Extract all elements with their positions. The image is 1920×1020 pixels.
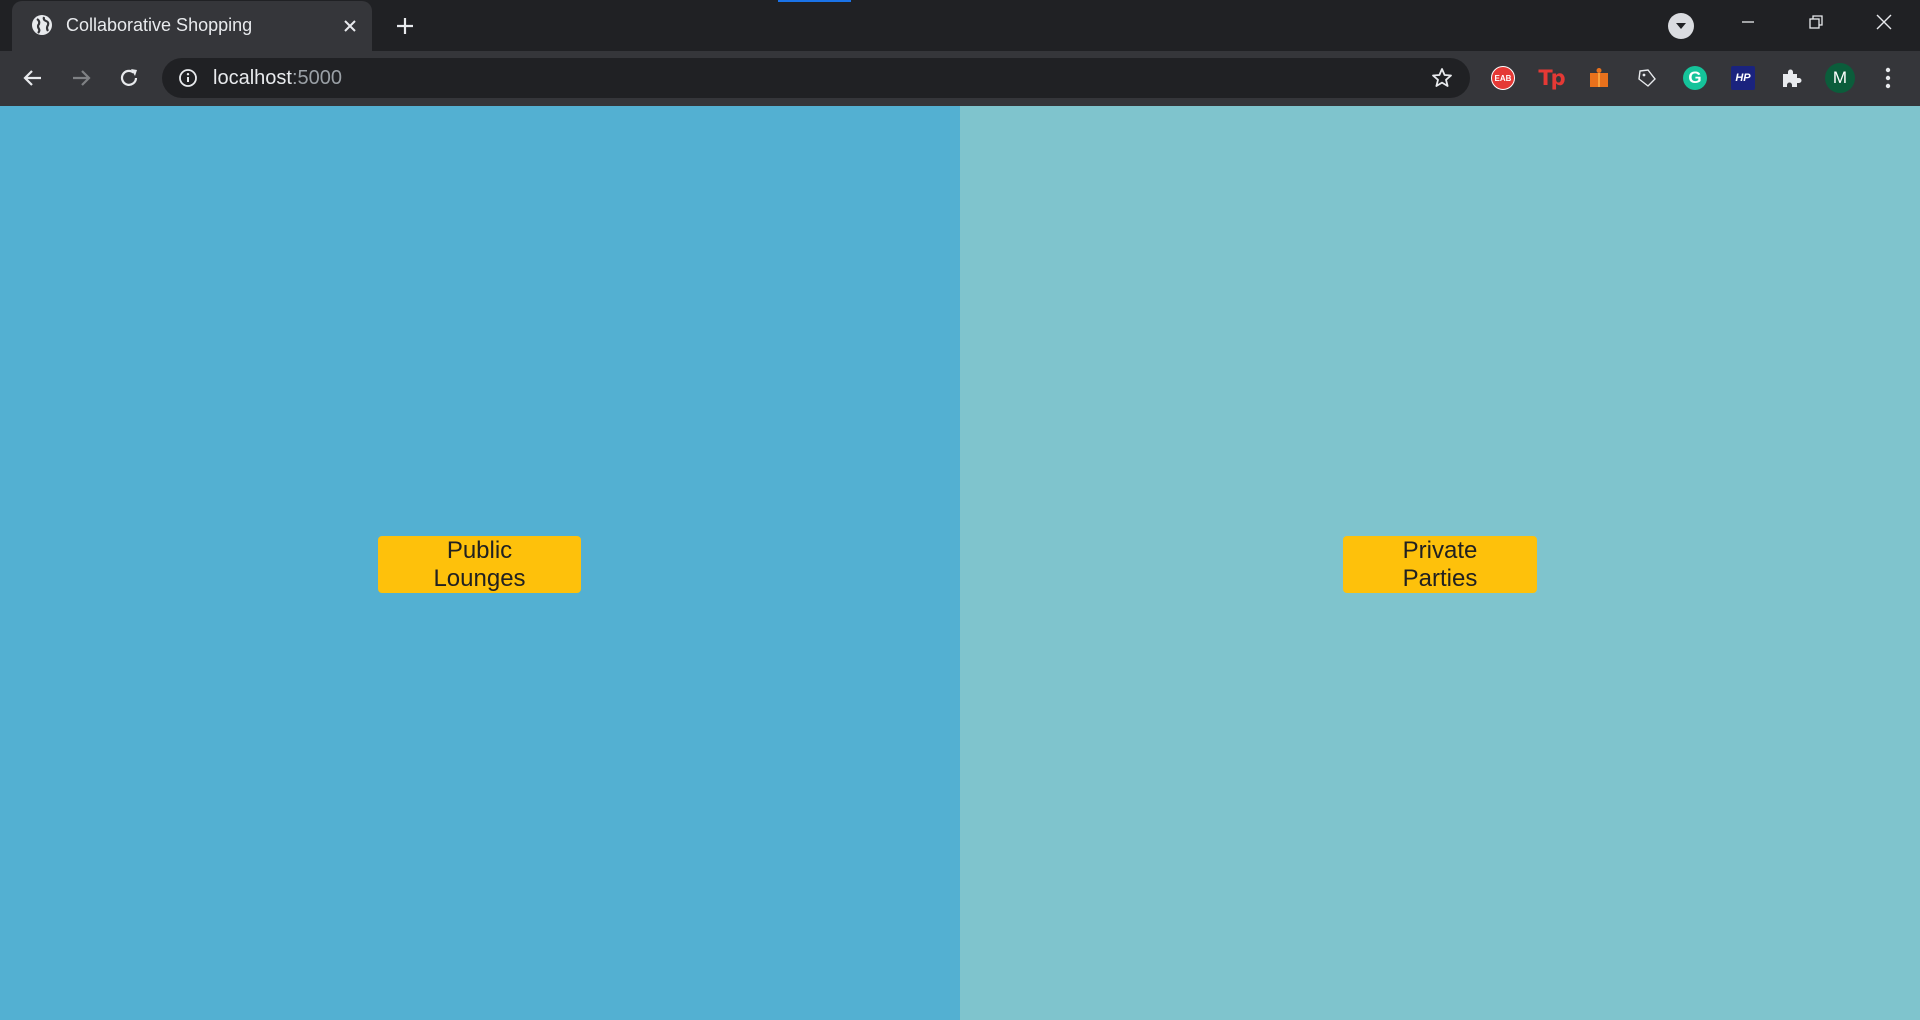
page-viewport: Public Lounges Private Parties <box>0 106 1920 1020</box>
public-lounges-panel: Public Lounges <box>0 106 960 1020</box>
tab-loading-indicator <box>778 0 851 2</box>
tab-strip: Collaborative Shopping <box>0 0 1920 51</box>
tab-search-button[interactable] <box>1668 13 1694 39</box>
tag-extension-button[interactable] <box>1633 64 1661 92</box>
close-icon <box>1876 14 1892 30</box>
tag-icon <box>1638 69 1656 87</box>
url-text[interactable]: localhost:5000 <box>213 67 342 90</box>
tp-extension-button[interactable]: Tp <box>1537 64 1565 92</box>
private-parties-panel: Private Parties <box>960 106 1920 1020</box>
more-vertical-icon <box>1885 67 1891 89</box>
restore-button[interactable] <box>1782 0 1850 44</box>
globe-icon <box>31 14 53 36</box>
chevron-down-icon <box>1676 23 1686 29</box>
extensions-button[interactable] <box>1777 64 1805 92</box>
info-icon[interactable] <box>178 68 198 88</box>
bookmark-star-icon[interactable] <box>1430 66 1454 90</box>
url-host: localhost <box>213 67 292 89</box>
plus-icon <box>397 18 413 34</box>
minimize-icon <box>1742 21 1754 23</box>
arrow-left-icon <box>23 70 41 86</box>
eab-extension-button[interactable]: EAB <box>1489 64 1517 92</box>
arrow-right-icon <box>73 70 91 86</box>
forward-button[interactable] <box>65 62 97 94</box>
minimize-button[interactable] <box>1714 0 1782 44</box>
reload-icon <box>120 69 138 86</box>
close-window-button[interactable] <box>1850 0 1918 44</box>
tab-title: Collaborative Shopping <box>66 15 253 35</box>
url-port: :5000 <box>291 67 342 89</box>
book-extension-button[interactable] <box>1585 64 1613 92</box>
hp-icon: HP <box>1731 66 1755 90</box>
back-button[interactable] <box>17 62 49 94</box>
profile-avatar[interactable]: M <box>1825 63 1855 93</box>
browser-menu-button[interactable] <box>1872 62 1904 94</box>
public-lounges-button[interactable]: Public Lounges <box>378 536 581 593</box>
grammarly-extension-button[interactable]: G <box>1681 64 1709 92</box>
puzzle-icon <box>1783 69 1802 87</box>
tab-close-icon[interactable] <box>338 14 362 38</box>
private-parties-button[interactable]: Private Parties <box>1343 536 1537 593</box>
hp-extension-button[interactable]: HP <box>1729 64 1757 92</box>
book-icon <box>1590 68 1608 87</box>
new-tab-button[interactable] <box>391 12 419 40</box>
browser-tab[interactable]: Collaborative Shopping <box>12 1 372 51</box>
restore-icon <box>1809 15 1823 29</box>
eab-icon: EAB <box>1491 66 1515 90</box>
address-bar[interactable]: localhost:5000 <box>162 58 1470 98</box>
reload-button[interactable] <box>113 62 145 94</box>
grammarly-icon: G <box>1683 66 1707 90</box>
